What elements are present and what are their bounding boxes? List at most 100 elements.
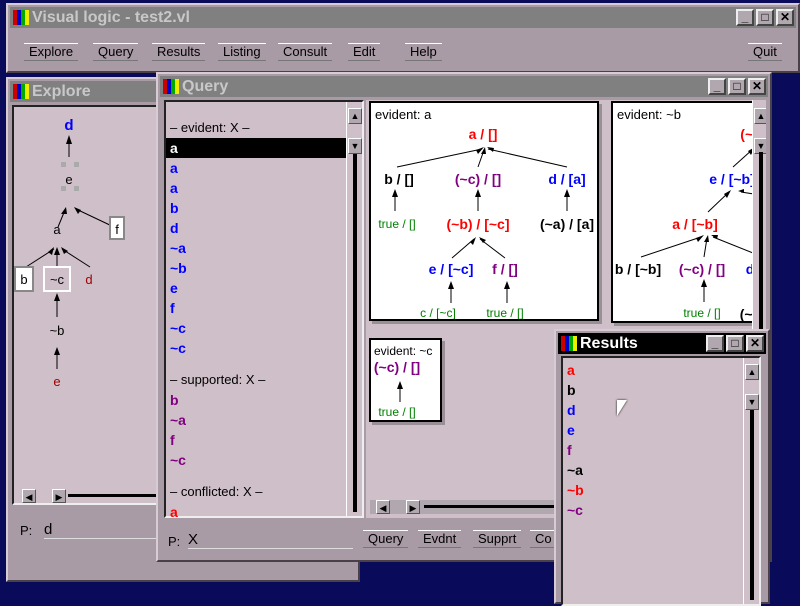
list-item[interactable]: ~a — [166, 238, 346, 258]
result-item[interactable]: a — [563, 360, 759, 380]
maximize-button[interactable]: □ — [726, 335, 744, 352]
evident-button[interactable]: Evdnt — [418, 530, 462, 548]
proof-node[interactable]: true / [] — [378, 217, 415, 231]
list-item[interactable]: a — [166, 178, 346, 198]
maximize-button[interactable]: □ — [756, 9, 774, 26]
close-button[interactable]: ✕ — [746, 335, 764, 352]
results-list: a b d e f ~a ~b ~c ▲ ▼ — [561, 356, 761, 606]
node-d[interactable]: d — [64, 117, 73, 134]
main-title-bar[interactable]: Visual logic - test2.vl _ □ ✕ — [10, 7, 796, 28]
results-vscroll[interactable]: ▲ ▼ — [743, 358, 759, 604]
scroll-up-icon[interactable]: ▲ — [348, 108, 362, 124]
results-title-bar[interactable]: Results _ □ ✕ — [558, 333, 766, 354]
result-item[interactable]: ~c — [563, 500, 759, 520]
proof-node[interactable]: c / [~c] — [420, 306, 456, 319]
query-p-input[interactable]: X — [188, 531, 353, 549]
minimize-button[interactable]: _ — [736, 9, 754, 26]
supported-button[interactable]: Supprt — [473, 530, 522, 548]
proof-node[interactable]: a / [~b] — [672, 216, 718, 232]
result-item[interactable]: ~a — [563, 460, 759, 480]
proof-node[interactable]: e / [~b] — [709, 171, 755, 187]
list-item[interactable]: ~c — [166, 450, 346, 470]
scroll-up-icon[interactable]: ▲ — [754, 108, 766, 124]
node-not-b[interactable]: ~b — [50, 323, 65, 338]
proof-node[interactable]: true / [] — [486, 306, 523, 319]
node-d-red[interactable]: d — [85, 272, 92, 287]
proof-node[interactable]: f / [] — [492, 261, 518, 277]
query-title-bar[interactable]: Query _ □ ✕ — [160, 76, 768, 97]
menu-results[interactable]: Results — [152, 43, 206, 61]
scroll-right-icon[interactable]: ▶ — [406, 500, 420, 514]
result-item[interactable]: b — [563, 380, 759, 400]
scroll-down-icon[interactable]: ▼ — [745, 394, 759, 410]
proof-node[interactable]: a / [] — [469, 126, 498, 142]
list-item[interactable]: ~c — [166, 318, 346, 338]
proof-node[interactable]: true / [] — [683, 306, 720, 320]
menu-consult[interactable]: Consult — [278, 43, 333, 61]
menu-help[interactable]: Help — [405, 43, 442, 61]
menu-query[interactable]: Query — [93, 43, 139, 61]
node-e-red[interactable]: e — [53, 374, 60, 389]
maximize-button[interactable]: □ — [728, 78, 746, 95]
list-item[interactable]: d — [166, 218, 346, 238]
proof-node[interactable]: d / [a] — [548, 171, 585, 187]
proof-node[interactable]: (~c) / [] — [679, 261, 725, 277]
list-item[interactable]: a — [166, 502, 346, 522]
scroll-down-icon[interactable]: ▼ — [348, 138, 362, 154]
node-not-c[interactable]: ~c — [50, 272, 65, 287]
app-icon — [13, 10, 29, 25]
mouse-cursor-icon — [617, 400, 627, 416]
result-item[interactable]: f — [563, 440, 759, 460]
scroll-left-icon[interactable]: ◀ — [376, 500, 390, 514]
proof-node[interactable]: (~a) / [a] — [540, 216, 594, 232]
menu-edit[interactable]: Edit — [348, 43, 381, 61]
conflicted-button[interactable]: Co — [530, 530, 557, 548]
result-item[interactable]: ~b — [563, 480, 759, 500]
proof-node[interactable]: (~b) / [~c] — [446, 216, 509, 232]
list-item[interactable]: a — [166, 158, 346, 178]
node-a[interactable]: a — [53, 222, 61, 237]
query-button[interactable]: Query — [363, 530, 409, 548]
result-item[interactable]: d — [563, 400, 759, 420]
app-icon — [163, 79, 179, 94]
minimize-button[interactable]: _ — [706, 335, 724, 352]
list-item[interactable]: b — [166, 198, 346, 218]
list-item[interactable]: f — [166, 298, 346, 318]
scroll-left-icon[interactable]: ◀ — [22, 489, 36, 503]
quit-button[interactable]: Quit — [748, 43, 782, 61]
scroll-up-icon[interactable]: ▲ — [745, 364, 759, 380]
query-title: Query — [182, 77, 229, 95]
minimize-button[interactable]: _ — [708, 78, 726, 95]
proof-panel-not-c[interactable]: evident: ~c (~c) / [] true / [] — [369, 338, 442, 422]
proof-tree-not-c: (~c) / [] true / [] — [374, 359, 420, 419]
proof-panel-a[interactable]: evident: a a / [] b / [] (~c) / [] d / [… — [369, 101, 599, 321]
close-button[interactable]: ✕ — [776, 9, 794, 26]
node-f[interactable]: f — [115, 222, 119, 237]
proof-node[interactable]: true / [] — [378, 405, 415, 419]
selected-list-item[interactable]: a — [166, 138, 346, 158]
proof-node[interactable]: (~c) / [] — [455, 171, 501, 187]
proof-panel-not-b[interactable]: evident: ~b (~b e / [~b] a / [~b] b / [~… — [611, 101, 766, 323]
explore-p-label: P: — [20, 523, 33, 538]
result-item[interactable]: e — [563, 420, 759, 440]
results-title: Results — [580, 334, 638, 352]
section-header: – conflicted: X – — [170, 484, 263, 499]
query-list-vscroll[interactable]: ▲ ▼ — [346, 102, 362, 516]
list-item[interactable]: ~b — [166, 258, 346, 278]
proof-node[interactable]: (~c) / [] — [374, 359, 420, 375]
list-item[interactable]: ~c — [166, 338, 346, 358]
menu-explore[interactable]: Explore — [24, 43, 79, 61]
proof-node[interactable]: e / [~c] — [429, 261, 474, 277]
node-b[interactable]: b — [20, 272, 27, 287]
node-e[interactable]: e — [65, 172, 72, 187]
proof-node[interactable]: b / [] — [384, 171, 414, 187]
list-item[interactable]: b — [166, 390, 346, 410]
list-item[interactable]: e — [166, 278, 346, 298]
close-button[interactable]: ✕ — [748, 78, 766, 95]
list-item[interactable]: f — [166, 430, 346, 450]
query-results-list: – evident: X – a a a b d ~a ~b e f ~c ~c – supported… — [164, 100, 364, 520]
proof-node[interactable]: b / [~b] — [615, 261, 661, 277]
scroll-right-icon[interactable]: ▶ — [52, 489, 66, 503]
menu-listing[interactable]: Listing — [218, 43, 266, 61]
list-item[interactable]: ~a — [166, 410, 346, 430]
